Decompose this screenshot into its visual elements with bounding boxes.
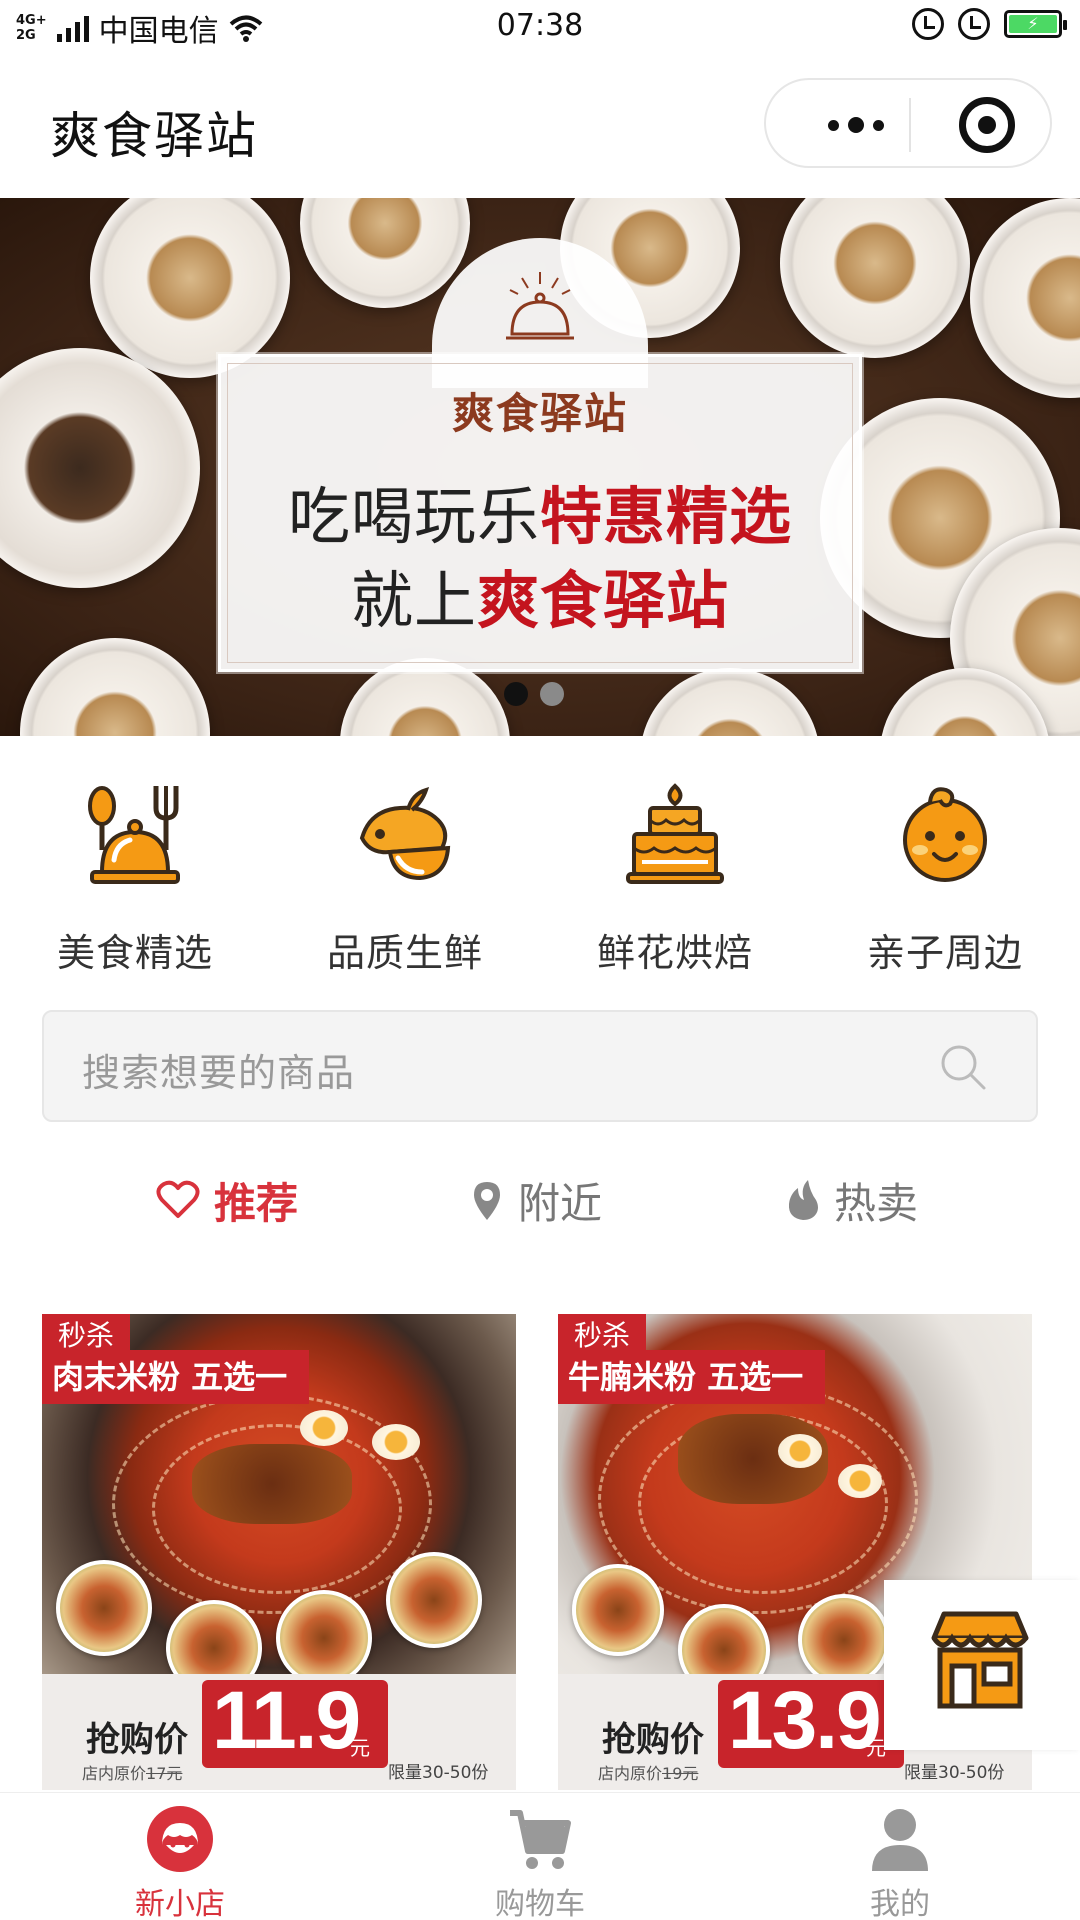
sale-price: 11.9 xyxy=(212,1675,361,1766)
variant-thumbnail xyxy=(276,1590,372,1686)
original-price-value: 17元 xyxy=(146,1764,183,1783)
tabbar-item-shop[interactable]: 新小店 xyxy=(80,1793,280,1920)
cloche-icon xyxy=(506,272,574,340)
banner-brand: 爽食驿站 xyxy=(451,389,628,438)
tabbar-label: 新小店 xyxy=(135,1887,225,1920)
price-label: 抢购价 xyxy=(86,1720,188,1760)
egg-decor xyxy=(778,1434,822,1468)
indicator-dot[interactable] xyxy=(540,682,564,706)
status-bar: 4G+ 2G 中国电信 07:38 ⚡ xyxy=(0,0,1080,54)
category-food[interactable]: 美食精选 xyxy=(0,780,270,980)
banner-plate xyxy=(20,638,210,736)
user-icon xyxy=(872,1809,928,1871)
category-label: 品质生鲜 xyxy=(326,931,483,975)
price-unit: 元 xyxy=(866,1736,886,1760)
category-label: 亲子周边 xyxy=(866,931,1023,975)
egg-decor xyxy=(838,1464,882,1498)
quantity-limit: 限量30-50份 xyxy=(904,1763,1005,1783)
product-card[interactable]: 肉末米粉 五选一 秒杀 抢购价 11.9 元 店内原价17元 限量30-50份 xyxy=(42,1314,516,1790)
tabbar-label: 我的 xyxy=(870,1887,930,1920)
price-unit: 元 xyxy=(350,1736,370,1760)
food-cloche-icon xyxy=(88,786,180,884)
search-placeholder: 搜索想要的商品 xyxy=(82,1051,356,1095)
original-price: 店内原价19元 xyxy=(598,1760,698,1784)
banner-carousel[interactable]: 爽食驿站 吃喝玩乐特惠精选 就上爽食驿站 xyxy=(0,198,1080,736)
tab-label: 热卖 xyxy=(834,1178,919,1228)
rotation-lock-icon xyxy=(912,8,944,40)
capsule-divider xyxy=(909,98,911,152)
mini-program-page: 4G+ 2G 中国电信 07:38 ⚡ 爽食驿站 爽食驿站 吃喝玩乐特惠精选 就… xyxy=(0,0,1080,1920)
product-name: 牛腩米粉 五选一 xyxy=(558,1350,826,1404)
status-right: ⚡ xyxy=(912,8,1067,40)
category-flowers-bakery[interactable]: 鲜花烘焙 xyxy=(540,780,810,980)
category-kids[interactable]: 亲子周边 xyxy=(810,780,1080,980)
location-pin-icon xyxy=(474,1182,500,1220)
cake-icon xyxy=(626,783,724,884)
heart-icon xyxy=(156,1180,200,1218)
original-price: 店内原价17元 xyxy=(82,1760,182,1784)
variant-thumbnail xyxy=(572,1564,664,1656)
banner-slogan-line1: 吃喝玩乐特惠精选 xyxy=(218,466,862,556)
alarm-icon xyxy=(958,8,990,40)
baby-icon xyxy=(903,787,987,882)
flame-icon xyxy=(788,1180,818,1220)
egg-decor xyxy=(300,1410,348,1446)
product-name: 肉末米粉 五选一 xyxy=(42,1350,310,1404)
original-price-value: 19元 xyxy=(662,1764,699,1783)
price-label: 抢购价 xyxy=(602,1720,704,1760)
slogan-plain-1: 吃喝玩乐 xyxy=(287,480,540,553)
banner-plate xyxy=(780,198,970,358)
tab-recommend[interactable]: 推荐 xyxy=(156,1160,298,1240)
variant-thumbnail xyxy=(798,1594,890,1686)
slogan-plain-2: 就上 xyxy=(350,564,477,637)
banner-plate xyxy=(640,668,820,736)
shop-avatar-icon xyxy=(147,1806,213,1872)
page-title: 爽食驿站 xyxy=(50,107,258,165)
category-fresh[interactable]: 品质生鲜 xyxy=(270,780,540,980)
store-icon xyxy=(931,1611,1029,1709)
flash-sale-tag: 秒杀 xyxy=(558,1314,647,1358)
search-bar[interactable]: 搜索想要的商品 xyxy=(42,1010,1038,1122)
sale-price: 13.9 xyxy=(728,1675,882,1766)
tab-nearby[interactable]: 附近 xyxy=(470,1160,602,1240)
banner-plate xyxy=(970,198,1080,398)
egg-decor xyxy=(372,1424,420,1460)
search-icon[interactable] xyxy=(938,1042,988,1092)
tab-label: 推荐 xyxy=(214,1178,299,1228)
fruit-icon xyxy=(359,787,451,881)
banner-plate xyxy=(0,348,200,588)
variant-thumbnail xyxy=(56,1560,152,1656)
banner-slogan-line2: 就上爽食驿站 xyxy=(218,550,862,640)
flash-sale-tag: 秒杀 xyxy=(42,1314,131,1358)
battery-icon: ⚡ xyxy=(1004,10,1067,38)
category-grid: 美食精选 品质生鲜 鲜花烘焙 亲子周边 xyxy=(0,780,1080,980)
slogan-highlight-1: 特惠精选 xyxy=(540,480,793,553)
tabbar-label: 购物车 xyxy=(495,1887,585,1920)
indicator-dot-active[interactable] xyxy=(504,682,528,706)
nav-bar: 爽食驿站 xyxy=(0,54,1080,198)
banner-plate xyxy=(300,198,470,308)
tab-hot[interactable]: 热卖 xyxy=(786,1160,918,1240)
capsule-menu xyxy=(764,78,1052,168)
more-options-button[interactable] xyxy=(806,80,906,170)
cart-icon xyxy=(510,1810,571,1869)
bottom-tab-bar: 新小店 购物车 我的 xyxy=(0,1792,1080,1920)
category-label: 美食精选 xyxy=(56,931,213,975)
banner-plate xyxy=(90,198,290,378)
original-price-prefix: 店内原价 xyxy=(82,1764,147,1783)
close-mini-program-button[interactable] xyxy=(959,97,1015,153)
tabbar-item-cart[interactable]: 购物车 xyxy=(440,1793,640,1920)
feed-tabs: 推荐 附近 热卖 xyxy=(0,1160,1080,1240)
category-label: 鲜花烘焙 xyxy=(596,931,753,975)
carousel-indicators xyxy=(504,682,564,706)
floating-store-button[interactable] xyxy=(884,1580,1080,1750)
slogan-highlight-2: 爽食驿站 xyxy=(477,564,730,637)
meat-decor xyxy=(192,1444,352,1524)
variant-thumbnail xyxy=(386,1552,482,1648)
tab-label: 附近 xyxy=(518,1178,603,1228)
tabbar-item-me[interactable]: 我的 xyxy=(800,1793,1000,1920)
original-price-prefix: 店内原价 xyxy=(598,1764,663,1783)
price-area: 抢购价 11.9 元 店内原价17元 限量30-50份 xyxy=(42,1674,516,1790)
quantity-limit: 限量30-50份 xyxy=(388,1763,489,1783)
